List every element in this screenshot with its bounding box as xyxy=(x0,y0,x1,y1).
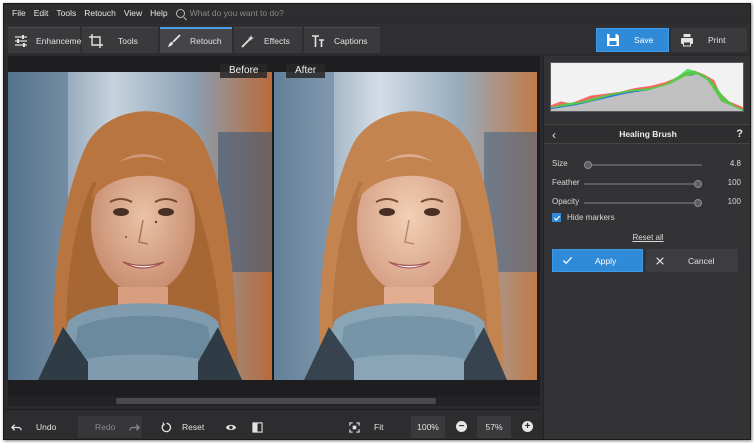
preview-toggle-button[interactable] xyxy=(225,416,237,438)
histogram xyxy=(550,62,744,112)
checkmark-icon[interactable] xyxy=(552,213,561,222)
menu-file[interactable]: File xyxy=(8,4,30,22)
tab-label: Enhancement xyxy=(36,35,89,46)
undo-label: Undo xyxy=(36,422,57,432)
tab-effects[interactable]: Effects xyxy=(234,27,302,53)
app-window: File Edit Tools Retouch View Help What d… xyxy=(3,3,751,440)
print-label: Print xyxy=(708,35,726,45)
magic-wand-icon xyxy=(240,34,256,48)
opacity-slider[interactable]: Opacity 100 xyxy=(552,197,747,209)
cancel-button[interactable]: Cancel xyxy=(646,249,738,272)
fit-label: Fit xyxy=(374,422,384,432)
search-input[interactable]: What do you want to do? xyxy=(190,8,284,18)
apply-label: Apply xyxy=(595,255,617,266)
slider-value: 100 xyxy=(727,178,741,187)
hide-markers-checkbox[interactable]: Hide markers xyxy=(552,213,615,222)
slider-thumb[interactable] xyxy=(694,180,702,188)
toolbar: Enhancement Tools Retouch Effects Captio… xyxy=(4,24,750,54)
hide-markers-label: Hide markers xyxy=(567,213,615,222)
crop-icon xyxy=(88,33,104,48)
photo-canvas[interactable]: Before After xyxy=(8,56,540,396)
cancel-label: Cancel xyxy=(688,255,715,266)
brush-icon xyxy=(166,34,182,48)
zoom-out-icon[interactable]: − xyxy=(456,421,467,432)
tab-label: Effects xyxy=(264,35,290,46)
tab-label: Retouch xyxy=(190,36,222,46)
zoom-level[interactable]: 57% xyxy=(477,416,511,438)
help-button[interactable]: ? xyxy=(736,128,743,140)
text-icon xyxy=(310,34,326,48)
bottom-toolbar: Undo Redo Reset Fit 100% − 57% + xyxy=(4,409,540,439)
tab-tools[interactable]: Tools xyxy=(82,27,158,53)
tab-label: Tools xyxy=(118,35,138,46)
scrollbar-thumb[interactable] xyxy=(116,398,436,404)
menubar: File Edit Tools Retouch View Help What d… xyxy=(4,4,750,22)
horizontal-scrollbar[interactable] xyxy=(8,396,540,406)
tab-enhancement[interactable]: Enhancement xyxy=(8,27,88,53)
menu-edit[interactable]: Edit xyxy=(30,4,53,22)
before-photo xyxy=(8,72,272,380)
tab-label: Captions xyxy=(334,35,368,46)
search-box[interactable]: What do you want to do? xyxy=(175,8,284,18)
reset-all-label[interactable]: Reset all xyxy=(632,233,663,242)
split-view-icon xyxy=(251,421,263,433)
slider-thumb[interactable] xyxy=(584,161,592,169)
reset-button[interactable]: Reset xyxy=(160,416,204,438)
slider-label: Size xyxy=(552,159,568,168)
save-label: Save xyxy=(634,35,654,45)
eye-icon xyxy=(225,421,237,433)
save-button[interactable]: Save xyxy=(596,28,669,52)
slider-track[interactable] xyxy=(584,161,702,169)
slider-value: 4.8 xyxy=(729,159,741,168)
close-icon xyxy=(654,255,666,267)
fit-screen-icon xyxy=(348,421,360,433)
tab-captions[interactable]: Captions xyxy=(304,27,380,53)
reset-label: Reset xyxy=(182,422,205,432)
feather-slider[interactable]: Feather 100 xyxy=(552,178,747,190)
reset-all-link[interactable]: Reset all xyxy=(544,233,750,242)
undo-button[interactable]: Undo xyxy=(10,416,56,438)
printer-icon xyxy=(680,33,694,47)
healing-brush-panel: ‹ Healing Brush ? Size 4.8 Feather 100 O… xyxy=(543,56,750,439)
menu-retouch[interactable]: Retouch xyxy=(80,4,120,22)
print-button[interactable]: Print xyxy=(671,28,747,52)
size-slider[interactable]: Size 4.8 xyxy=(552,159,747,171)
slider-track[interactable] xyxy=(584,199,702,207)
floppy-disk-icon xyxy=(606,33,620,47)
undo-icon xyxy=(10,421,22,433)
apply-button[interactable]: Apply xyxy=(552,249,643,272)
zoom-100-button[interactable]: 100% xyxy=(411,416,445,438)
slider-label: Opacity xyxy=(552,197,580,206)
redo-button[interactable]: Redo xyxy=(78,416,142,438)
after-label: After xyxy=(286,64,326,78)
menu-view[interactable]: View xyxy=(120,4,146,22)
panel-header: ‹ Healing Brush ? xyxy=(544,124,750,144)
menu-help[interactable]: Help xyxy=(146,4,171,22)
redo-label: Redo xyxy=(95,422,116,432)
before-label: Before xyxy=(220,64,268,78)
compare-view-button[interactable] xyxy=(251,416,263,438)
tab-retouch[interactable]: Retouch xyxy=(160,27,232,53)
sliders-icon xyxy=(14,34,28,48)
check-icon xyxy=(561,255,573,267)
after-photo xyxy=(274,72,537,380)
slider-value: 100 xyxy=(727,197,741,206)
slider-label: Feather xyxy=(552,178,580,187)
zoom-in-icon[interactable]: + xyxy=(522,421,533,432)
fit-button[interactable]: Fit xyxy=(348,416,383,438)
back-arrow-icon[interactable]: ‹ xyxy=(552,128,556,142)
menu-tools[interactable]: Tools xyxy=(52,4,80,22)
redo-icon xyxy=(128,421,140,433)
panel-title: Healing Brush xyxy=(619,129,677,139)
slider-track[interactable] xyxy=(584,180,702,188)
slider-thumb[interactable] xyxy=(694,199,702,207)
search-icon xyxy=(175,8,185,18)
reset-icon xyxy=(160,421,172,433)
